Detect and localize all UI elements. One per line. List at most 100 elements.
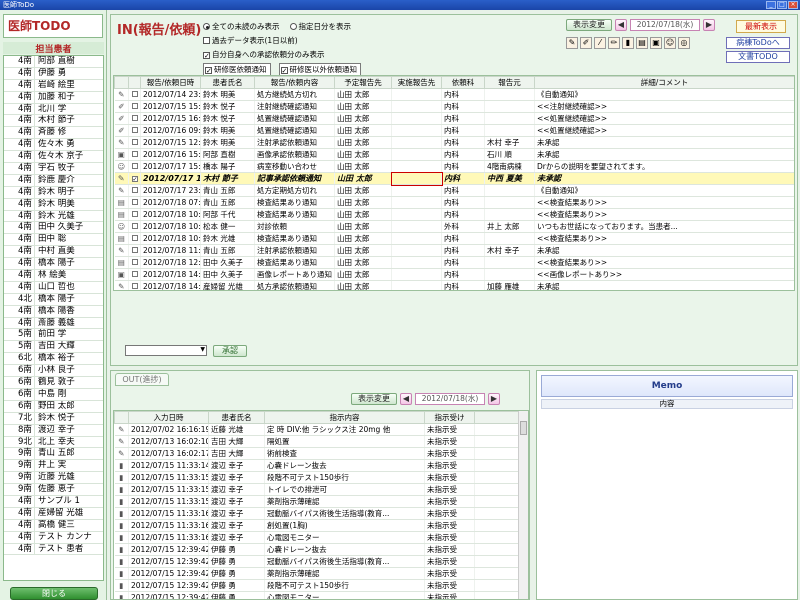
image-icon[interactable]: ▣ <box>650 37 662 49</box>
latest-button[interactable]: 最新表示 <box>736 20 786 33</box>
out-table-row[interactable]: ▮ 2012/07/15 11:33:16 渡辺 幸子 冠動脈バイパス術後生活指… <box>114 507 521 520</box>
date-field[interactable]: 2012/07/18(水) <box>630 19 700 31</box>
in-table-row[interactable]: ✎ 2012/07/15 12:23鈴木 明美注射承認依頼通知山田 太郎 内科木村 … <box>114 136 794 149</box>
column-header[interactable]: 詳細/コメント <box>534 76 794 89</box>
patient-row[interactable]: 4南 田中 聡 <box>4 234 103 247</box>
in-table-row[interactable]: ✎ 2012/07/14 23:59鈴木 明美処方継続処方切れ山田 太郎 内科 《自動… <box>114 88 794 101</box>
bottle-icon[interactable]: ▮ <box>622 37 634 49</box>
approve-select[interactable] <box>125 345 207 356</box>
prev-date-icon[interactable]: ◀ <box>615 19 627 31</box>
patient-row[interactable]: 6南 鶴見 敦子 <box>4 377 103 389</box>
in-table-row[interactable]: ✎ 2012/07/18 14:45産婦留 光雄処方承認依頼通知山田 太郎 内科加藤… <box>114 280 794 290</box>
row-checkbox[interactable] <box>128 220 141 233</box>
display-change-button[interactable]: 表示変更 <box>566 19 612 31</box>
row-checkbox[interactable] <box>128 244 141 257</box>
close-button[interactable]: 閉じる <box>10 587 98 600</box>
patient-row[interactable]: 4南 橋本 陽香 <box>4 305 103 318</box>
person-icon[interactable]: ☺ <box>664 37 676 49</box>
radio-date[interactable]: 指定日分を表示 <box>289 21 351 32</box>
next-date-icon[interactable]: ▶ <box>488 393 500 405</box>
out-table-row[interactable]: ▮ 2012/07/15 11:33:14 渡辺 幸子 心嚢ドレーン抜去 未指示… <box>114 459 521 472</box>
pen-icon[interactable]: ✎ <box>566 37 578 49</box>
patient-row[interactable]: 6南 小林 良子 <box>4 365 103 378</box>
document-todo-button[interactable]: 文書TODO <box>726 51 790 63</box>
out-table-row[interactable]: ▮ 2012/07/15 12:39:42 伊藤 勇 心嚢ドレーン抜去 未指示受 <box>114 543 521 556</box>
patient-row[interactable]: 4南 橋本 陽子 <box>4 258 103 271</box>
out-table-row[interactable]: ▮ 2012/07/15 12:39:42 伊藤 勇 薬剤指示薄確認 未指示受 <box>114 567 521 580</box>
out-table-row[interactable]: ✎ 2012/07/13 16:02:17 吉田 大輝 術前検査 未指示受 <box>114 447 521 460</box>
minimize-icon[interactable]: _ <box>766 1 776 9</box>
patient-row[interactable]: 4南 北川 学 <box>4 103 103 116</box>
out-table-row[interactable]: ▮ 2012/07/15 12:39:42 伊藤 勇 心電図モニター 未指示受 <box>114 591 521 599</box>
out-tab[interactable]: OUT(進捗) <box>115 373 169 386</box>
patient-row[interactable]: 4南 佐々木 京子 <box>4 151 103 164</box>
patient-row[interactable]: 5南 前田 学 <box>4 329 103 342</box>
out-table-row[interactable]: ▮ 2012/07/15 11:33:15 渡辺 幸子 薬剤指示薄確認 未指示受 <box>114 495 521 508</box>
out-table-row[interactable]: ▮ 2012/07/15 12:39:42 伊藤 勇 冠動脈バイパス術後生活指導… <box>114 555 521 568</box>
in-table-row[interactable]: ▤ 2012/07/18 10:58鈴木 光雄検査結果あり通知山田 太郎 内科 <<検… <box>114 232 794 245</box>
in-table-row[interactable]: ▤ 2012/07/18 10:19阿部 千代検査結果あり通知山田 太郎 内科 <<検… <box>114 208 794 221</box>
out-scrollbar[interactable] <box>518 411 528 599</box>
next-date-icon[interactable]: ▶ <box>703 19 715 31</box>
patient-row[interactable]: 9南 青山 五郎 <box>4 448 103 461</box>
in-table-row[interactable]: ✐ 2012/07/15 15:00鈴木 悦子注射継続確認通知山田 太郎 内科 <<注… <box>114 100 794 113</box>
out-table-row[interactable]: ▮ 2012/07/15 11:33:16 渡辺 幸子 心電図モニター 未指示受 <box>114 531 521 544</box>
in-table-row[interactable]: ✎✓2012/07/17 1...木村 節子記事承認依頼通知山田 太郎 内科中西 … <box>114 171 794 186</box>
row-checkbox[interactable] <box>128 268 141 281</box>
out-table-row[interactable]: ▮ 2012/07/15 11:33:16 渡辺 幸子 創処置(1胸) 未指示受 <box>114 519 521 532</box>
row-checkbox[interactable] <box>128 124 141 137</box>
in-table-row[interactable]: ✎ 2012/07/17 23:59青山 五郎処方定期処方切れ山田 太郎 内科 《自動… <box>114 184 794 197</box>
column-header[interactable]: 依頼科 <box>441 76 485 89</box>
row-checkbox[interactable] <box>128 208 141 221</box>
column-header[interactable]: 入力日時 <box>128 411 209 424</box>
in-table-row[interactable]: ☺ 2012/07/18 10:28松本 健一対診依頼山田 太郎 外科井上 太郎いつ… <box>114 220 794 233</box>
out-display-change-button[interactable]: 表示変更 <box>351 393 397 405</box>
patient-row[interactable]: 4南 鈴木 明子 <box>4 186 103 199</box>
pencil-icon[interactable]: ✏ <box>608 37 620 49</box>
out-table-row[interactable]: ▮ 2012/07/15 11:33:15 渡辺 幸子 トイレでの排泄可 未指示… <box>114 483 521 496</box>
column-header[interactable]: 指示受け <box>424 411 475 424</box>
patient-row[interactable]: 4南 鈴木 明美 <box>4 198 103 211</box>
patient-row[interactable]: 9南 佐藤 恵子 <box>4 484 103 496</box>
patient-row[interactable]: 4南 佐々木 勇 <box>4 139 103 152</box>
row-checkbox[interactable] <box>128 136 141 149</box>
patient-row[interactable]: 4南 木村 節子 <box>4 115 103 128</box>
in-table-row[interactable]: ▣ 2012/07/16 15:09阿部 直樹画像承認依頼通知山田 太郎 内科石川 … <box>114 148 794 161</box>
patient-row[interactable]: 4南 産婦留 光雄 <box>4 507 103 520</box>
patient-row[interactable]: 4南 加藤 和子 <box>4 91 103 104</box>
maximize-icon[interactable]: □ <box>777 1 787 9</box>
patient-row[interactable]: 4南林 絵美 <box>4 270 103 282</box>
patient-row[interactable]: 4南 田中 久美子 <box>4 222 103 235</box>
patient-row[interactable]: 4南 中村 直美 <box>4 246 103 259</box>
in-table-row[interactable]: ✐ 2012/07/16 09:00鈴木 明美処置継続確認通知山田 太郎 内科 <<処… <box>114 124 794 137</box>
row-checkbox[interactable] <box>128 184 141 197</box>
patient-row[interactable]: 4南 鈴木 光雄 <box>4 210 103 223</box>
patient-row[interactable]: 4南 岩崎 絵里 <box>4 79 103 92</box>
medicine-icon[interactable]: ◎ <box>678 37 690 49</box>
patient-row[interactable]: 9南 井上 実 <box>4 460 103 473</box>
in-table-row[interactable]: ✐ 2012/07/15 16:10鈴木 悦子処置継続確認通知山田 太郎 内科 <<処… <box>114 112 794 125</box>
option-self[interactable]: ✓ 自分自身への承認依頼分のみ表示 <box>203 49 361 60</box>
out-table-row[interactable]: ▮ 2012/07/15 11:33:15 渡辺 幸子 段階不可テスト150歩行… <box>114 471 521 484</box>
syringe-icon[interactable]: ⁄ <box>594 37 606 49</box>
ward-todo-button[interactable]: 病棟ToDoへ <box>726 37 790 49</box>
radio-unread-all[interactable]: 全ての未読のみ表示 <box>203 21 280 32</box>
patient-row[interactable]: 4南 鈴鹿 慶介 <box>4 174 103 187</box>
patient-row[interactable]: 4南 サンプル 1 <box>4 495 103 508</box>
in-table-row[interactable]: ▣ 2012/07/18 14:16田中 久美子画像レポートあり通知山田 太郎 内科… <box>114 268 794 281</box>
patient-row[interactable]: 4南 テスト 患者 <box>4 543 103 556</box>
patient-row[interactable]: 4南 斉藤 修 <box>4 127 103 140</box>
row-checkbox[interactable] <box>128 232 141 245</box>
prev-date-icon[interactable]: ◀ <box>400 393 412 405</box>
row-checkbox[interactable] <box>128 100 141 113</box>
row-checkbox[interactable] <box>128 160 141 173</box>
out-table-row[interactable]: ▮ 2012/07/15 12:39:42 伊藤 勇 段階不可テスト150歩行 … <box>114 579 521 592</box>
patient-row[interactable]: 5南 吉田 大輝 <box>4 341 103 354</box>
row-checkbox[interactable] <box>128 112 141 125</box>
paint-icon[interactable]: ✐ <box>580 37 592 49</box>
row-checkbox[interactable] <box>128 196 141 209</box>
patient-row[interactable]: 6北 橋本 裕子 <box>4 353 103 366</box>
patient-row[interactable]: 4南 阿部 直樹 <box>4 56 103 68</box>
in-table-row[interactable]: ▤ 2012/07/18 07:03青山 五郎検査結果あり通知山田 太郎 内科 <<検… <box>114 196 794 209</box>
patient-row[interactable]: 7北 鈴木 悦子 <box>4 412 103 425</box>
